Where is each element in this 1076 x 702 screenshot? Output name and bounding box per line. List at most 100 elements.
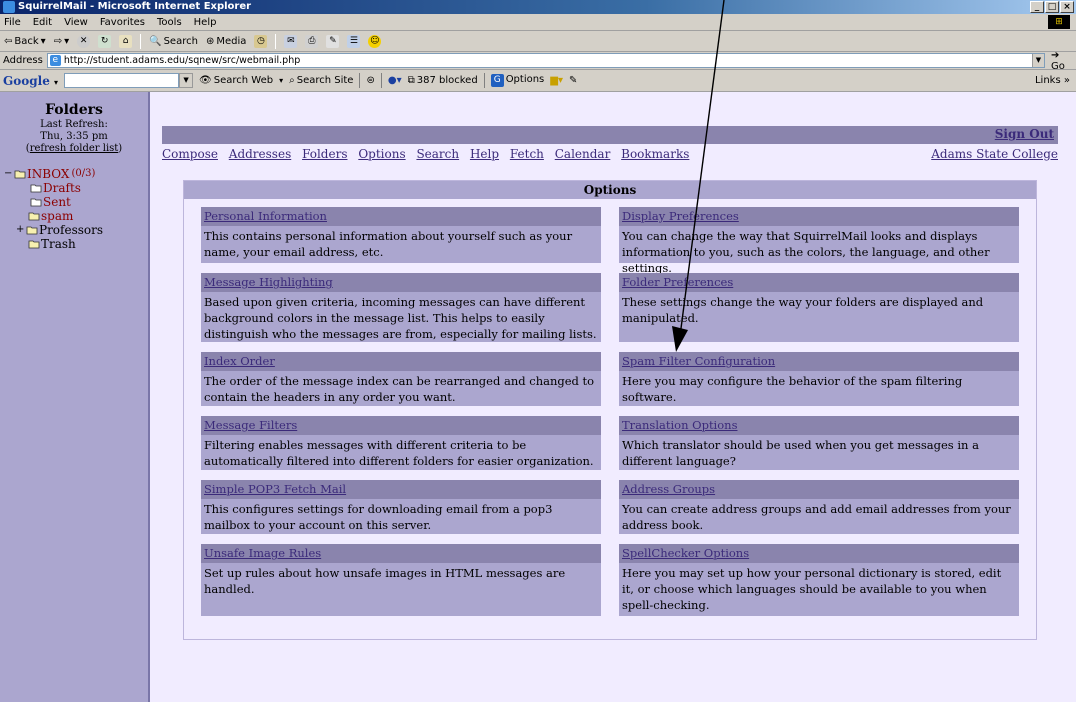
close-button[interactable]: × (1060, 1, 1074, 13)
popup-blocked-button[interactable]: ⧉ 387 blocked (408, 75, 478, 86)
nav-compose[interactable]: Compose (162, 147, 218, 161)
go-button[interactable]: ➔ Go (1051, 50, 1076, 72)
edit-icon[interactable]: ✎ (326, 34, 340, 48)
google-search-input[interactable] (64, 73, 180, 88)
folder-professors[interactable]: + Professors (4, 223, 148, 237)
nav-calendar[interactable]: Calendar (555, 147, 611, 161)
mail-icon[interactable]: ✉ (284, 34, 298, 48)
search-site-button[interactable]: ⌕ Search Site (289, 75, 353, 86)
option-link[interactable]: Folder Preferences (619, 273, 1019, 292)
options-label: Options (505, 74, 545, 85)
option-description: Here you may configure the behavior of t… (622, 374, 963, 404)
media-button[interactable]: ⊛ Media (206, 36, 246, 47)
home-icon[interactable]: ⌂ (119, 34, 133, 48)
menu-edit[interactable]: Edit (33, 17, 52, 28)
google-search-dropdown-icon[interactable]: ▼ (179, 73, 194, 88)
option-description: The order of the message index can be re… (204, 374, 595, 404)
option-link[interactable]: Address Groups (619, 480, 1019, 499)
discuss-icon[interactable]: ☰ (347, 34, 361, 48)
page-icon: e (49, 55, 61, 66)
folder-icon (28, 240, 40, 249)
address-input[interactable]: e http://student.adams.edu/sqnew/src/web… (46, 53, 1045, 68)
folder-sent[interactable]: Sent (4, 195, 148, 209)
search-icon: 🔍 (149, 35, 162, 47)
stop-icon[interactable]: ✕ (77, 34, 91, 48)
window-title: SquirrelMail - Microsoft Internet Explor… (18, 1, 252, 12)
option-link[interactable]: Simple POP3 Fetch Mail (201, 480, 601, 499)
refresh-folder-list-link[interactable]: refresh folder list (30, 143, 119, 154)
options-icon: G (490, 74, 504, 87)
search-button[interactable]: 🔍 Search (149, 36, 198, 47)
go-arrow-icon: ➔ (1050, 49, 1060, 61)
links-button[interactable]: Links » (1035, 75, 1070, 86)
option-link[interactable]: Spam Filter Configuration (619, 352, 1019, 371)
address-bar: Address e http://student.adams.edu/sqnew… (0, 50, 1076, 72)
folder-label: Sent (43, 195, 71, 209)
menu-help[interactable]: Help (194, 17, 217, 28)
last-refresh-time: Thu, 3:35 pm (40, 131, 108, 142)
popup-blocker-icon: ⧉ (407, 75, 415, 86)
pagerank-icon[interactable]: ●▾ (388, 75, 402, 86)
blocked-count: 387 blocked (416, 75, 478, 86)
option-description: Filtering enables messages with differen… (204, 438, 594, 468)
page-info-icon[interactable]: ⊜ (366, 75, 374, 86)
folder-spam[interactable]: spam (4, 209, 148, 223)
option-display-preferences: Display Preferences You can change the w… (619, 207, 1019, 275)
folder-icon (28, 212, 40, 221)
expand-icon[interactable]: + (16, 223, 26, 237)
college-link[interactable]: Adams State College (931, 147, 1058, 161)
option-link[interactable]: SpellChecker Options (619, 544, 1019, 563)
sign-out-link[interactable]: Sign Out (995, 127, 1054, 141)
option-link[interactable]: Message Highlighting (201, 273, 601, 292)
nav-folders[interactable]: Folders (302, 147, 347, 161)
options-panel: Options Personal Information This contai… (183, 180, 1037, 640)
option-link[interactable]: Translation Options (619, 416, 1019, 435)
open-folder-icon (14, 170, 26, 179)
links-label: Links (1034, 75, 1061, 86)
folder-drafts[interactable]: Drafts (4, 181, 148, 195)
option-link[interactable]: Personal Information (201, 207, 601, 226)
messenger-icon[interactable]: ☺ (368, 34, 382, 48)
inbox-count: (0/3) (71, 168, 96, 179)
nav-addresses[interactable]: Addresses (229, 147, 291, 161)
folders-pane: Folders Last Refresh: Thu, 3:35 pm (refr… (0, 92, 150, 702)
search-web-label: Search Web (213, 75, 274, 86)
nav-bookmarks[interactable]: Bookmarks (621, 147, 689, 161)
collapse-icon[interactable]: − (4, 167, 14, 181)
menu-file[interactable]: File (4, 17, 21, 28)
maximize-button[interactable]: □ (1045, 1, 1059, 13)
menu-tools[interactable]: Tools (157, 17, 182, 28)
webmail-page: Folders Last Refresh: Thu, 3:35 pm (refr… (0, 92, 1076, 702)
folder-inbox[interactable]: − INBOX (0/3) (4, 167, 148, 181)
forward-button[interactable]: ⇨ ▾ (54, 36, 69, 47)
google-logo[interactable]: Google ▾ (3, 74, 58, 88)
folder-label: spam (41, 209, 74, 223)
nav-help[interactable]: Help (470, 147, 499, 161)
nav-options[interactable]: Options (358, 147, 405, 161)
main-pane: Sign Out Compose Addresses Folders Optio… (162, 92, 1068, 702)
print-icon[interactable]: ⎙ (305, 34, 319, 48)
refresh-icon[interactable]: ↻ (98, 34, 112, 48)
highlight-icon[interactable]: ✎ (569, 75, 577, 86)
option-link[interactable]: Unsafe Image Rules (201, 544, 601, 563)
nav-search[interactable]: Search (416, 147, 459, 161)
minimize-button[interactable]: _ (1030, 1, 1044, 13)
menu-favorites[interactable]: Favorites (100, 17, 145, 28)
option-link[interactable]: Message Filters (201, 416, 601, 435)
address-dropdown-icon[interactable]: ▼ (1031, 54, 1044, 67)
menu-view[interactable]: View (64, 17, 88, 28)
folder-icon[interactable]: ▆▾ (550, 75, 563, 86)
search-web-button[interactable]: 👁 Search Web (199, 75, 273, 86)
folders-title: Folders (45, 102, 103, 118)
folder-icon (26, 226, 38, 235)
nav-fetch[interactable]: Fetch (510, 147, 544, 161)
option-personal-information: Personal Information This contains perso… (201, 207, 601, 263)
folder-trash[interactable]: Trash (4, 237, 148, 251)
search-web-dropdown-icon[interactable]: ▾ (279, 76, 283, 85)
option-link[interactable]: Display Preferences (619, 207, 1019, 226)
windows-flag-icon: ⊞ (1048, 15, 1070, 29)
option-link[interactable]: Index Order (201, 352, 601, 371)
history-icon[interactable]: ◷ (254, 34, 268, 48)
options-button[interactable]: G Options (490, 74, 545, 87)
back-button[interactable]: ⇦ Back ▾ (4, 36, 46, 47)
